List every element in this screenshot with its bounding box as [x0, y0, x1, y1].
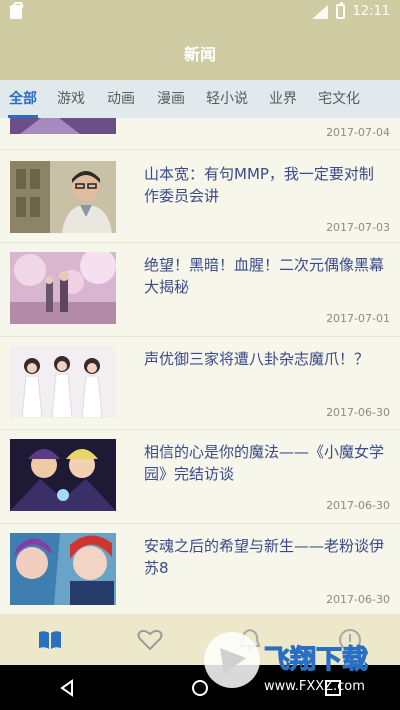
news-date: 2017-06-30: [326, 593, 390, 606]
status-time: 12:11: [352, 4, 390, 19]
news-item[interactable]: 声优御三家将遭八卦杂志魔爪！？ 2017-06-30: [0, 338, 400, 430]
news-title: 相信的心是你的魔法——《小魔女学园》完结访谈: [144, 443, 385, 483]
news-title: 山本宽：有句MMP，我一定要对制作委员会讲: [144, 165, 374, 205]
app-header: 新闻: [0, 26, 400, 80]
notification-icon: [10, 2, 23, 19]
news-date: 2017-07-03: [326, 221, 390, 234]
tab-industry[interactable]: 业界: [258, 80, 308, 118]
watermark: 飞翔下载 www.FXXZ.com: [200, 628, 400, 698]
news-item[interactable]: 安魂之后的希望与新生——老粉谈伊苏8 2017-06-30: [0, 525, 400, 615]
tab-light-novel[interactable]: 轻小说: [196, 80, 258, 118]
news-title: 绝望！黑暗！血腥！二次元偶像黑幕大揭秘: [144, 256, 385, 296]
news-item[interactable]: 山本宽：有句MMP，我一定要对制作委员会讲 2017-07-03: [0, 151, 400, 243]
bottom-tab-news[interactable]: [0, 615, 100, 665]
news-thumbnail: [10, 161, 116, 233]
news-thumbnail: [10, 252, 116, 324]
signal-icon: [310, 4, 328, 19]
tab-manga[interactable]: 漫画: [146, 80, 196, 118]
status-bar: 12:11: [0, 0, 400, 26]
news-item[interactable]: 2017-07-04: [0, 118, 400, 150]
heart-icon: [137, 629, 163, 651]
news-thumbnail: [10, 439, 116, 511]
news-thumbnail: [10, 118, 116, 134]
news-item[interactable]: 绝望！黑暗！血腥！二次元偶像黑幕大揭秘 2017-07-01: [0, 244, 400, 337]
page-title: 新闻: [183, 45, 216, 64]
news-title: 安魂之后的希望与新生——老粉谈伊苏8: [144, 537, 385, 577]
news-list: 2017-07-04 山本宽：有句MMP，我一定要对制作委员会讲 2017-07…: [0, 118, 400, 615]
news-date: 2017-06-30: [326, 406, 390, 419]
tab-all[interactable]: 全部: [0, 80, 46, 118]
tab-anime[interactable]: 动画: [96, 80, 146, 118]
category-tabs: 全部 游戏 动画 漫画 轻小说 业界 宅文化: [0, 80, 400, 118]
watermark-url: www.FXXZ.com: [264, 679, 365, 694]
bottom-tab-favorites[interactable]: [100, 615, 200, 665]
watermark-brand: 飞翔下载: [264, 645, 368, 675]
news-thumbnail: [10, 346, 116, 418]
tab-games[interactable]: 游戏: [46, 80, 96, 118]
battery-icon: [335, 2, 345, 19]
news-thumbnail: [10, 533, 116, 605]
tab-otaku-culture[interactable]: 宅文化: [308, 80, 370, 118]
book-icon: [39, 631, 61, 649]
back-icon[interactable]: [57, 678, 77, 698]
news-title: 声优御三家将遭八卦杂志魔爪！？: [144, 350, 370, 368]
news-date: 2017-07-01: [326, 312, 390, 325]
news-date: 2017-07-04: [326, 126, 390, 139]
news-date: 2017-06-30: [326, 499, 390, 512]
news-item[interactable]: 相信的心是你的魔法——《小魔女学园》完结访谈 2017-06-30: [0, 431, 400, 524]
